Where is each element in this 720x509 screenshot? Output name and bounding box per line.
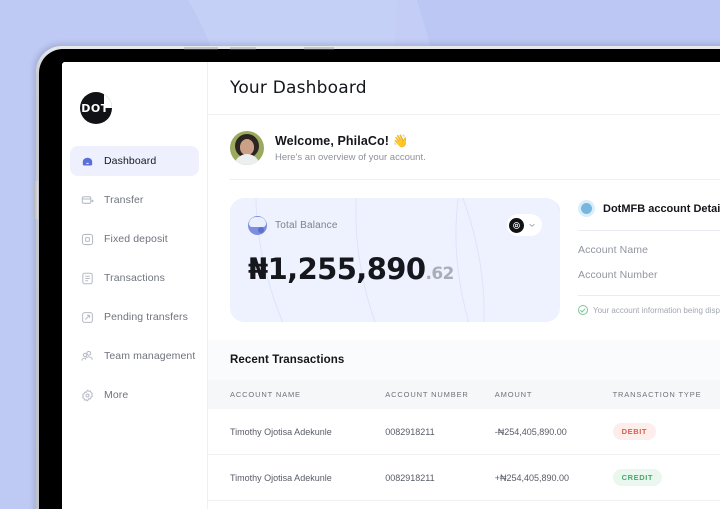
users-icon — [80, 349, 95, 364]
cell-account-name: Timothy Ojotisa Adekunle — [230, 472, 332, 483]
table-row[interactable]: Timothy Ojotisa Adekunle 0082918211 +₦25… — [208, 454, 720, 501]
account-details-note-text: Your account information being displaye — [593, 305, 720, 315]
column-header-transaction-type: TRANSACTION TYPE — [612, 390, 702, 399]
table-header-row: ACCOUNT NAME ACCOUNT NUMBER AMOUNT TRANS… — [208, 380, 720, 409]
app-logo[interactable]: DOT — [62, 80, 207, 136]
logo-text: DOT — [81, 101, 109, 115]
sidebar-item-label: Transfer — [104, 194, 144, 206]
app-screen: DOT Dashboard Transfer Fixed deposit Tra… — [62, 62, 720, 509]
sidebar-item-label: Fixed deposit — [104, 233, 168, 245]
fixed-deposit-icon — [80, 232, 95, 247]
cell-account-number: 0082918211 — [385, 426, 435, 437]
list-icon — [80, 271, 95, 286]
device-bezel: DOT Dashboard Transfer Fixed deposit Tra… — [39, 49, 720, 509]
sidebar-item-dashboard[interactable]: Dashboard — [70, 146, 199, 176]
total-balance-card: Total Balance ₦1,255,890.62 — [230, 198, 560, 322]
page-title: Your Dashboard — [230, 78, 367, 98]
welcome-title: Welcome, PhilaCo! 👋 — [275, 133, 409, 148]
column-header-amount: AMOUNT — [494, 390, 533, 399]
balance-label: Total Balance — [275, 219, 338, 231]
cell-account-name: Timothy Ojotisa Adekunle — [230, 426, 332, 437]
transactions-table-body: Timothy Ojotisa Adekunle 0082918211 -₦25… — [208, 409, 720, 501]
device-bezel-marks — [184, 47, 334, 50]
transfer-icon — [80, 193, 95, 208]
welcome-subtitle: Here's an overview of your account. — [275, 151, 426, 163]
sidebar-item-more[interactable]: More — [70, 380, 199, 410]
balance-amount-main: ₦1,255,890 — [248, 252, 426, 286]
sidebar-item-pending-transfers[interactable]: Pending transfers — [70, 302, 199, 332]
status-badge: CREDIT — [612, 469, 663, 486]
sidebar-item-fixed-deposit[interactable]: Fixed deposit — [70, 224, 199, 254]
cell-transaction-type: CREDIT — [612, 455, 720, 501]
main-content: Your Dashboard Welcome, PhilaCo! 👋 Here'… — [208, 62, 720, 509]
avatar[interactable] — [230, 131, 264, 165]
account-name-field[interactable]: Account Name — [578, 231, 720, 256]
cell-transaction-type: DEBIT — [612, 409, 720, 455]
device-side-button[interactable] — [34, 181, 38, 219]
bank-icon — [578, 200, 595, 217]
cell-amount: -₦254,405,890.00 — [494, 426, 567, 437]
column-header-account-name: ACCOUNT NAME — [230, 390, 301, 399]
status-badge: DEBIT — [612, 423, 657, 440]
gear-icon — [80, 388, 95, 403]
balance-amount: ₦1,255,890.62 — [248, 252, 542, 286]
table-row[interactable]: Timothy Ojotisa Adekunle 0082918211 -₦25… — [208, 409, 720, 455]
account-details-title: DotMFB account Details — [603, 202, 720, 215]
sidebar-item-team-management[interactable]: Team management — [70, 341, 199, 371]
sidebar-item-transfer[interactable]: Transfer — [70, 185, 199, 215]
top-bar: Your Dashboard — [208, 62, 720, 115]
chevron-down-icon — [528, 216, 536, 234]
transactions-table: ACCOUNT NAME ACCOUNT NUMBER AMOUNT TRANS… — [208, 380, 720, 501]
sidebar: DOT Dashboard Transfer Fixed deposit Tra… — [62, 62, 208, 509]
recent-transactions-section: Recent Transactions ACCOUNT NAME ACCOUNT… — [208, 340, 720, 501]
account-details-note: Your account information being displaye — [578, 305, 720, 315]
pending-icon — [80, 310, 95, 325]
balance-amount-cents: .62 — [425, 264, 454, 284]
home-icon — [80, 154, 95, 169]
sidebar-item-label: Team management — [104, 350, 196, 362]
cards-row: Total Balance ₦1,255,890.62 DotMFB accou… — [208, 180, 720, 340]
cell-account-number: 0082918211 — [385, 472, 435, 483]
welcome-banner: Welcome, PhilaCo! 👋 Here's an overview o… — [208, 115, 720, 179]
balance-card-header: Total Balance — [248, 214, 542, 236]
account-details-header: DotMFB account Details — [578, 200, 720, 217]
sidebar-item-label: More — [104, 389, 129, 401]
column-header-account-number: ACCOUNT NUMBER — [385, 390, 469, 399]
transactions-table-head: ACCOUNT NAME ACCOUNT NUMBER AMOUNT TRANS… — [208, 380, 720, 409]
account-details-rule-2 — [578, 295, 720, 296]
sidebar-item-transactions[interactable]: Transactions — [70, 263, 199, 293]
sidebar-item-label: Pending transfers — [104, 311, 188, 323]
cell-amount: +₦254,405,890.00 — [494, 472, 570, 483]
device-frame: DOT Dashboard Transfer Fixed deposit Tra… — [34, 46, 720, 509]
welcome-text-group: Welcome, PhilaCo! 👋 Here's an overview o… — [275, 134, 426, 163]
recent-transactions-title: Recent Transactions — [230, 354, 345, 366]
check-circle-icon — [578, 305, 588, 315]
sidebar-nav: Dashboard Transfer Fixed deposit Transac… — [62, 146, 207, 410]
sidebar-item-label: Dashboard — [104, 155, 157, 167]
eye-icon — [509, 217, 524, 233]
account-number-field[interactable]: Account Number — [578, 256, 720, 281]
balance-visibility-toggle[interactable] — [507, 214, 542, 236]
dot-logo-icon: DOT — [80, 92, 112, 124]
sidebar-item-label: Transactions — [104, 272, 165, 284]
balance-globe-icon — [248, 215, 267, 235]
account-details-card: DotMFB account Details Account Name Acco… — [578, 198, 720, 322]
